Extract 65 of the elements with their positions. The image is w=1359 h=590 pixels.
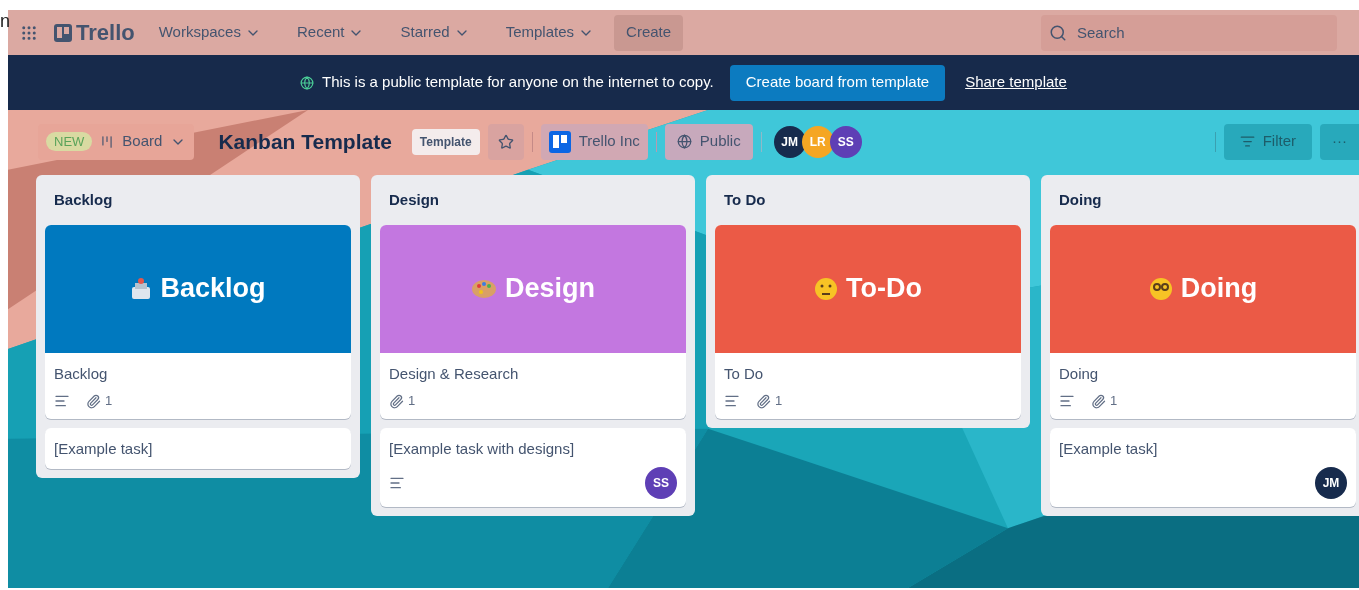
nav-menu[interactable]: Workspaces	[146, 16, 273, 49]
board-title[interactable]: Kanban Template	[218, 125, 392, 158]
description-icon	[1059, 393, 1075, 409]
palette-icon	[471, 277, 497, 300]
attachment-icon	[1091, 393, 1106, 409]
board-icon	[100, 134, 115, 149]
card[interactable]: [Example task] JM	[1050, 428, 1356, 507]
card-title: Backlog	[54, 363, 109, 384]
cover-title: To-Do	[846, 272, 922, 306]
banner-text: This is a public template for anyone on the internet to copy.	[322, 72, 714, 93]
card-title: [Example task with designs]	[389, 439, 576, 459]
attachment-icon	[389, 393, 404, 409]
nav-menu[interactable]: Templates	[493, 16, 607, 49]
member-avatar[interactable]: SS	[645, 466, 677, 499]
attachment-icon	[756, 393, 771, 409]
inbox-tray-icon	[130, 276, 153, 301]
new-badge: NEW	[46, 131, 93, 152]
card[interactable]: Design Design & Research 1	[380, 224, 686, 419]
card[interactable]: To-Do To Do 1	[715, 224, 1021, 419]
card[interactable]: [Example task with designs] SS	[380, 428, 686, 507]
card-title: Design & Research	[389, 363, 520, 384]
description-icon	[54, 393, 70, 409]
list-title[interactable]: Doing	[1050, 175, 1356, 216]
template-badge: Template	[411, 128, 480, 155]
glasses-face-icon	[1148, 276, 1173, 301]
card[interactable]: Backlog Backlog 1	[45, 224, 351, 419]
cover-title: Design	[505, 272, 595, 306]
member-avatar[interactable]: JM	[1315, 466, 1347, 499]
logo-wordmark[interactable]: Trello	[76, 16, 135, 49]
globe-icon	[300, 75, 315, 90]
list-title[interactable]: Design	[380, 175, 686, 216]
cut-text: n	[0, 12, 10, 30]
nav-menu[interactable]: Starred	[388, 16, 482, 49]
card[interactable]: [Example task]	[45, 428, 351, 469]
card-title: To Do	[724, 363, 765, 384]
workspace-button[interactable]: Trello Inc	[540, 123, 648, 160]
view-switcher[interactable]: NEW Board	[38, 123, 195, 160]
search-icon	[1049, 23, 1067, 42]
filter-icon	[1239, 134, 1255, 149]
list-title[interactable]: To Do	[715, 175, 1021, 216]
description-icon	[724, 393, 740, 409]
attachment-count: 1	[408, 392, 416, 411]
attachment-count: 1	[1110, 392, 1118, 411]
view-label: Board	[122, 131, 163, 152]
visibility-button[interactable]: Public	[664, 123, 753, 160]
search-field[interactable]: Search	[1041, 14, 1337, 51]
nav-menu[interactable]: Recent	[284, 16, 377, 49]
cover-title: Backlog	[160, 272, 266, 306]
cover-title: Doing	[1180, 272, 1258, 306]
workspace-logo-icon	[548, 130, 571, 153]
card-title: Doing	[1059, 363, 1100, 384]
attachment-icon	[86, 393, 101, 409]
thinking-face-icon	[814, 276, 838, 301]
apps-grid-icon[interactable]	[20, 23, 38, 42]
logo-icon	[54, 23, 72, 42]
list-title[interactable]: Backlog	[45, 175, 351, 216]
attachment-count: 1	[775, 392, 783, 411]
create-board-button[interactable]: Create board from template	[729, 64, 946, 101]
star-icon	[497, 133, 514, 150]
share-template-link[interactable]: Share template	[965, 71, 1067, 94]
card-title: [Example task]	[1059, 439, 1159, 459]
card[interactable]: Doing Doing 1	[1050, 224, 1356, 419]
card-title: [Example task]	[54, 439, 154, 459]
attachment-count: 1	[105, 392, 113, 411]
globe-icon	[676, 134, 692, 149]
